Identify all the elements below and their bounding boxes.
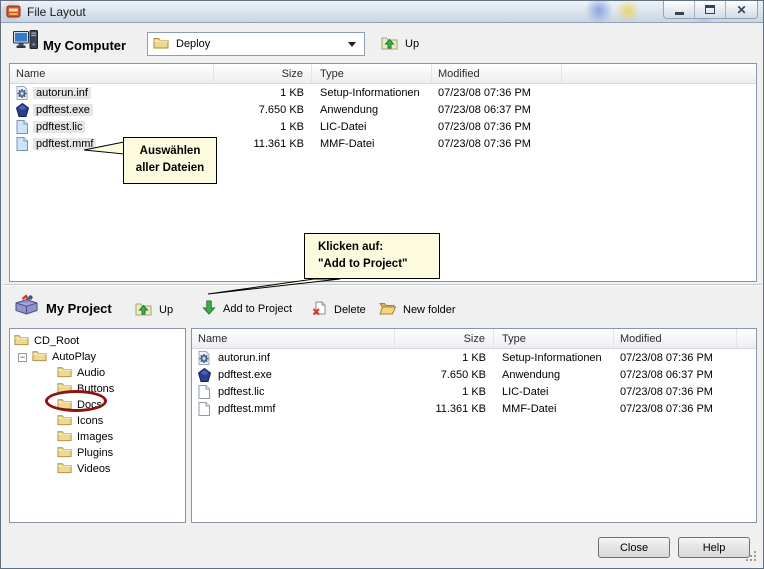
project-tree: CD_Root − AutoPlay Audio Buttons Docs Ic… [9, 328, 186, 523]
minimize-button[interactable] [664, 1, 695, 18]
help-button[interactable]: Help [678, 537, 750, 558]
file-layout-window: File Layout ✕ My Computer Deploy Up Name… [0, 0, 764, 569]
file-row-exe[interactable]: pdftest.exe 7.650 KB Anwendung 07/23/08 … [10, 101, 756, 118]
window-title: File Layout [27, 5, 86, 19]
tree-item-images[interactable]: Images [10, 429, 185, 445]
tree-item-docs[interactable]: Docs [10, 397, 185, 413]
tree-item-icons[interactable]: Icons [10, 413, 185, 429]
setup-file-icon [14, 86, 30, 100]
column-header-filler [562, 64, 756, 83]
document-file-icon [196, 385, 212, 399]
folder-icon [57, 365, 72, 381]
window-controls: ✕ [663, 1, 758, 19]
collapse-icon[interactable]: − [18, 353, 27, 362]
add-to-project-label: Add to Project [223, 303, 292, 315]
folder-icon [32, 349, 47, 365]
column-header-type[interactable]: Type [494, 329, 614, 348]
maximize-icon [705, 5, 715, 14]
tree-item-cdroot[interactable]: CD_Root [10, 333, 185, 349]
column-header-modified[interactable]: Modified [432, 64, 562, 83]
project-up-button[interactable]: Up [135, 301, 173, 319]
my-project-icon [14, 294, 39, 318]
close-icon: ✕ [736, 4, 746, 16]
new-folder-button[interactable]: New folder [379, 301, 456, 318]
click-callout: Klicken auf: "Add to Project" [304, 233, 440, 279]
file-row-exe[interactable]: pdftest.exe 7.650 KB Anwendung 07/23/08 … [192, 366, 756, 383]
my-project-title: My Project [46, 301, 112, 316]
file-row-autorun[interactable]: autorun.inf 1 KB Setup-Informationen 07/… [10, 84, 756, 101]
folder-icon [57, 381, 72, 397]
column-header-size[interactable]: Size [214, 64, 312, 83]
application-file-icon [14, 103, 30, 117]
column-header-type[interactable]: Type [312, 64, 432, 83]
file-row-mmf[interactable]: pdftest.mmf 11.361 KB MMF-Datei 07/23/08… [192, 400, 756, 417]
location-dropdown[interactable]: Deploy [147, 32, 365, 56]
setup-file-icon [196, 351, 212, 365]
tree-item-videos[interactable]: Videos [10, 461, 185, 477]
project-up-label: Up [159, 304, 173, 316]
new-folder-icon [379, 301, 396, 318]
add-to-project-button[interactable]: Add to Project [202, 300, 292, 318]
file-row-lic[interactable]: pdftest.lic 1 KB LIC-Datei 07/23/08 07:3… [10, 118, 756, 135]
select-callout-tail [83, 140, 125, 160]
folder-icon [57, 445, 72, 461]
arrow-down-icon [202, 300, 216, 318]
column-header-size[interactable]: Size [395, 329, 494, 348]
location-value: Deploy [176, 38, 348, 50]
file-row-autorun[interactable]: autorun.inf 1 KB Setup-Informationen 07/… [192, 349, 756, 366]
close-dialog-button[interactable]: Close [598, 537, 670, 558]
document-file-icon [196, 402, 212, 416]
folder-icon [57, 397, 72, 413]
pane-divider [4, 284, 762, 286]
delete-button[interactable]: Delete [312, 301, 366, 319]
click-callout-tail [206, 276, 346, 296]
resize-grip[interactable] [746, 551, 758, 563]
delete-label: Delete [334, 304, 366, 316]
folder-icon [57, 461, 72, 477]
column-header-name[interactable]: Name [192, 329, 395, 348]
computer-list-header: Name Size Type Modified [10, 64, 756, 84]
application-file-icon [196, 368, 212, 382]
titlebar[interactable]: File Layout ✕ [1, 1, 763, 23]
column-header-filler [737, 329, 756, 348]
minimize-icon [675, 12, 684, 15]
file-row-lic[interactable]: pdftest.lic 1 KB LIC-Datei 07/23/08 07:3… [192, 383, 756, 400]
select-callout: Auswählen aller Dateien [123, 137, 217, 184]
folder-up-icon [135, 301, 152, 319]
my-computer-icon [13, 30, 38, 54]
tree-item-buttons[interactable]: Buttons [10, 381, 185, 397]
app-icon [6, 4, 22, 22]
folder-up-icon [381, 35, 398, 53]
project-file-list: Name Size Type Modified autorun.inf 1 KB… [191, 328, 757, 523]
tree-item-audio[interactable]: Audio [10, 365, 185, 381]
folder-icon [57, 429, 72, 445]
close-button[interactable]: ✕ [726, 1, 757, 18]
column-header-modified[interactable]: Modified [614, 329, 737, 348]
computer-up-button[interactable]: Up [381, 35, 419, 53]
document-file-icon [14, 120, 30, 134]
folder-icon [153, 36, 169, 52]
delete-icon [312, 301, 327, 319]
my-computer-title: My Computer [43, 38, 126, 53]
folder-icon [57, 413, 72, 429]
folder-icon [14, 333, 29, 349]
maximize-button[interactable] [695, 1, 726, 18]
document-file-icon [14, 137, 30, 151]
computer-up-label: Up [405, 38, 419, 50]
tree-item-plugins[interactable]: Plugins [10, 445, 185, 461]
project-list-header: Name Size Type Modified [192, 329, 756, 349]
column-header-name[interactable]: Name [10, 64, 214, 83]
chevron-down-icon [348, 42, 356, 47]
tree-item-autoplay[interactable]: − AutoPlay [10, 349, 185, 365]
new-folder-label: New folder [403, 304, 456, 316]
